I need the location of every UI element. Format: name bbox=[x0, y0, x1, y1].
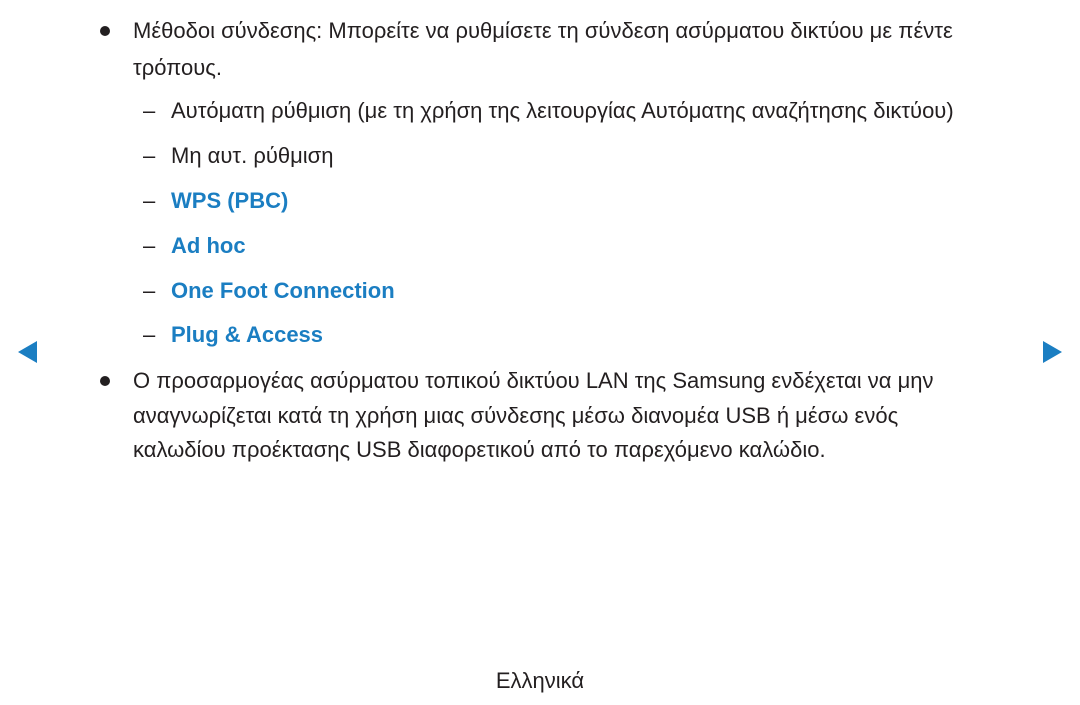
bullet1-line1: Μέθοδοι σύνδεσης: Μπορείτε να ρυθμίσετε … bbox=[133, 18, 953, 43]
bullet-icon bbox=[100, 376, 110, 386]
bullet-icon bbox=[100, 26, 110, 36]
dash-icon: – bbox=[143, 143, 156, 168]
link-one-foot-connection[interactable]: One Foot Connection bbox=[171, 278, 395, 304]
link-ad-hoc[interactable]: Ad hoc bbox=[171, 233, 246, 259]
method-manual-setup: Μη αυτ. ρύθμιση bbox=[171, 143, 334, 168]
dash-icon: – bbox=[143, 322, 156, 347]
bullet2-line1: Ο προσαρμογέας ασύρματου τοπικού δικτύου… bbox=[133, 368, 934, 393]
dash-icon: – bbox=[143, 233, 156, 258]
dash-icon: – bbox=[143, 278, 156, 303]
link-plug-access[interactable]: Plug & Access bbox=[171, 322, 323, 348]
dash-icon: – bbox=[143, 98, 156, 123]
link-wps-pbc[interactable]: WPS (PBC) bbox=[171, 188, 288, 214]
bullet2-line2: αναγνωρίζεται κατά τη χρήση μιας σύνδεση… bbox=[133, 403, 899, 428]
next-page-arrow-icon[interactable] bbox=[1043, 341, 1062, 363]
footer-language: Ελληνικά bbox=[495, 668, 585, 693]
method-auto-setup: Αυτόματη ρύθμιση (με τη χρήση της λειτου… bbox=[171, 98, 954, 123]
bullet2-line3: καλωδίου προέκτασης USB διαφορετικού από… bbox=[133, 437, 826, 462]
bullet1-line2: τρόπους. bbox=[133, 55, 222, 80]
previous-page-arrow-icon[interactable] bbox=[18, 341, 37, 363]
dash-icon: – bbox=[143, 188, 156, 213]
